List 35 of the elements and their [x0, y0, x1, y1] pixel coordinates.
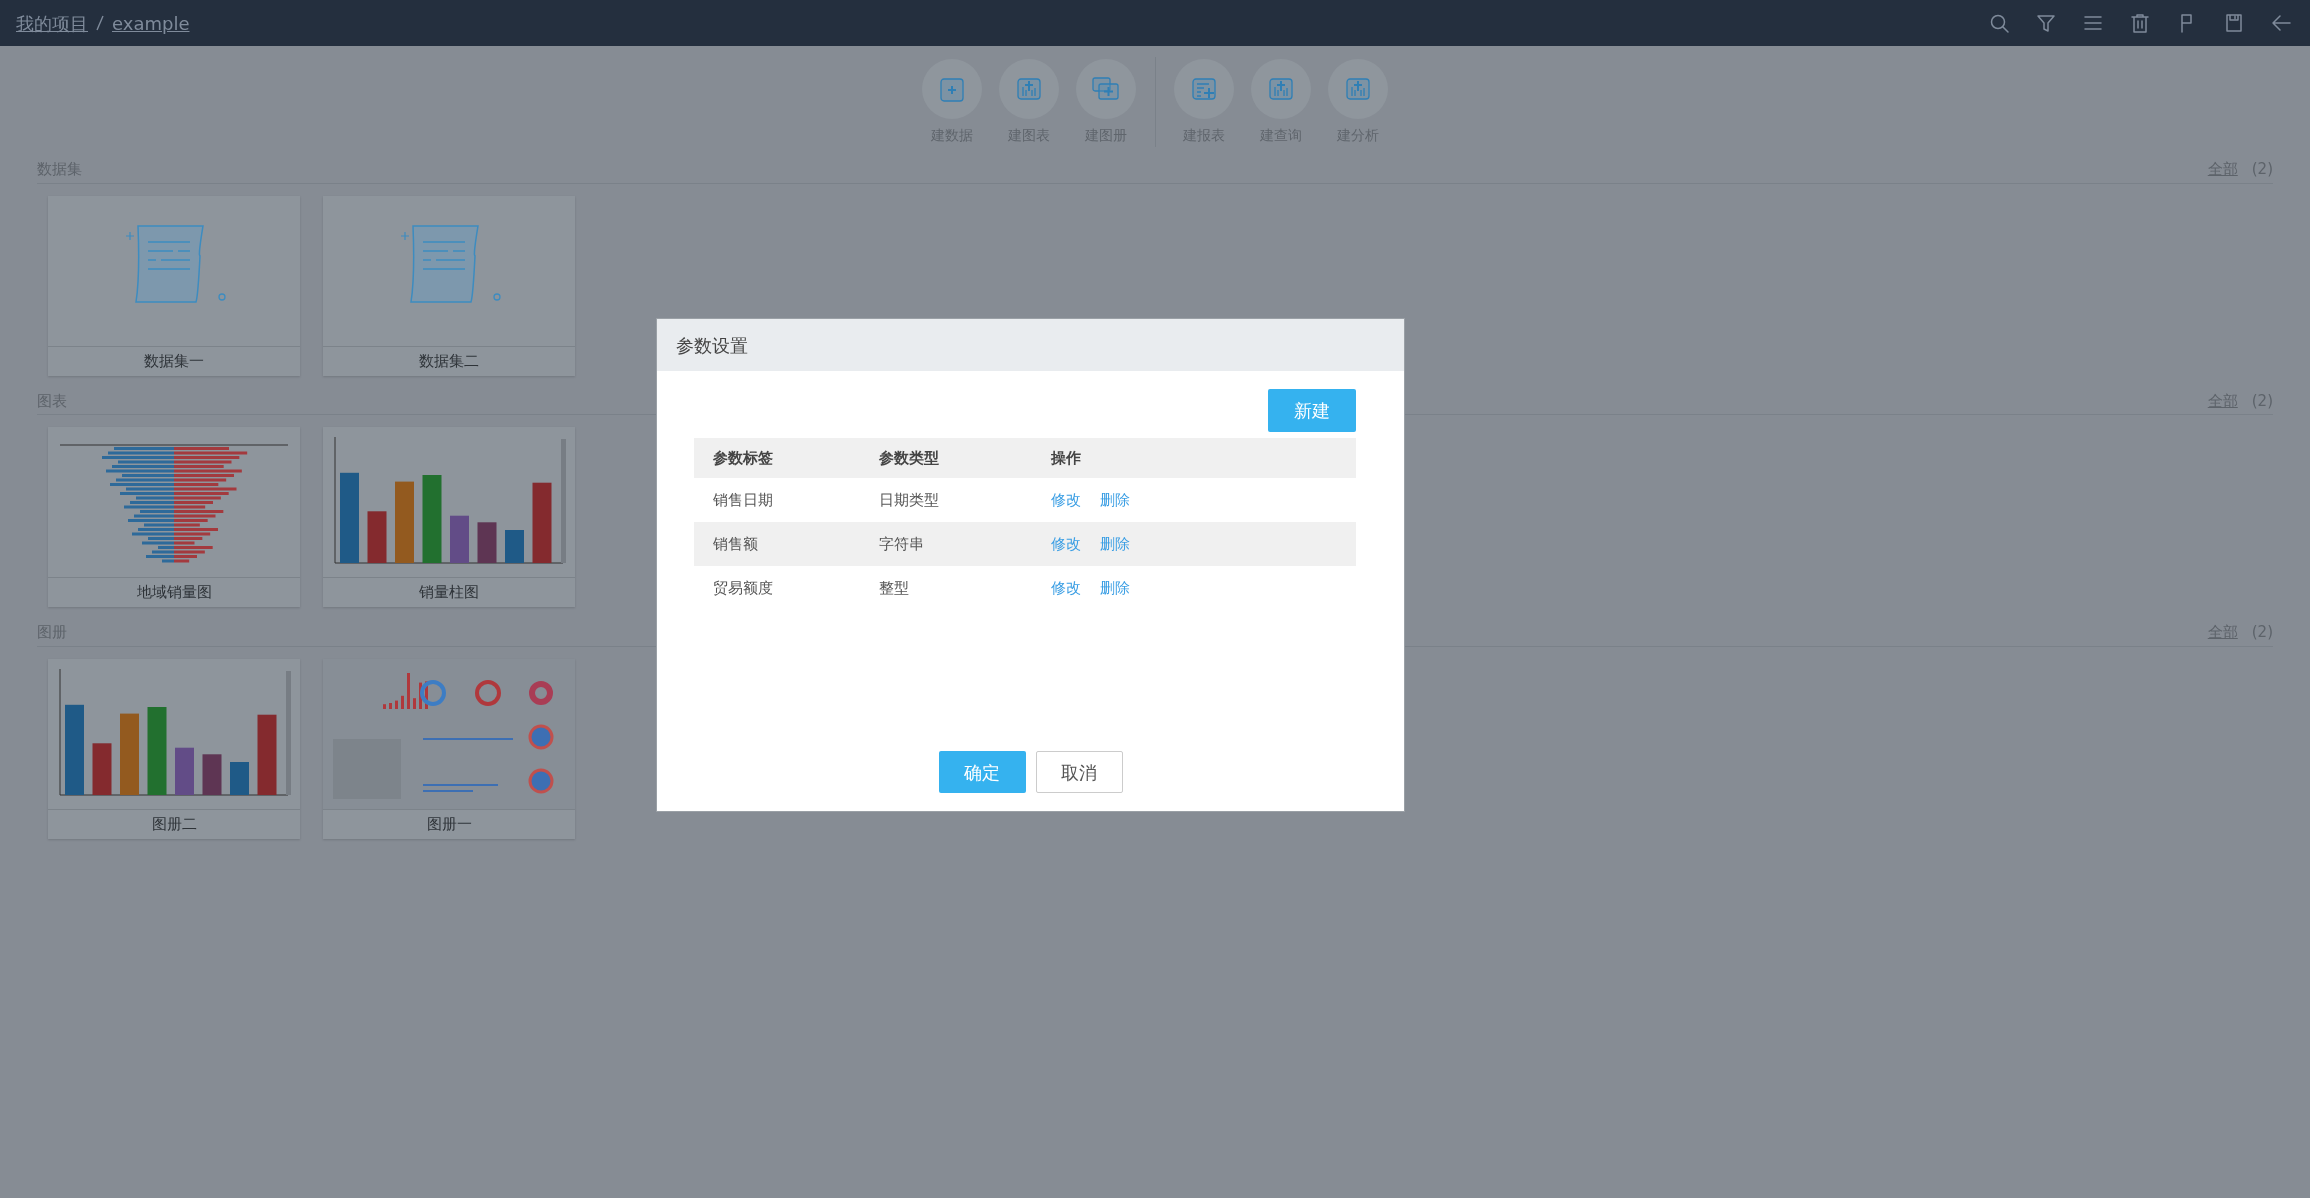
delete-link[interactable]: 删除 [1100, 534, 1130, 553]
delete-link[interactable]: 删除 [1100, 490, 1130, 509]
item-card[interactable]: 数据集一 [48, 195, 300, 376]
edit-link[interactable]: 修改 [1051, 578, 1081, 597]
table-cell: 日期类型 [860, 478, 1032, 522]
delete-link[interactable]: 删除 [1100, 578, 1130, 597]
confirm-button[interactable]: 确定 [938, 751, 1026, 793]
separator-icon [96, 15, 104, 31]
card-title: 图册二 [48, 808, 300, 839]
cancel-button[interactable]: 取消 [1035, 751, 1123, 793]
table-cell: 整型 [860, 566, 1032, 610]
card-title: 销量柱图 [323, 577, 575, 607]
dialog-title: 参数设置 [676, 333, 748, 358]
item-card[interactable]: 图册二 [48, 658, 300, 839]
table-cell: 贸易额度 [694, 566, 860, 610]
column-header: 参数类型 [860, 438, 1032, 478]
item-card[interactable]: 地域销量图 [48, 427, 300, 607]
card-title: 地域销量图 [48, 577, 300, 607]
breadcrumb-link[interactable]: 我的项目 [16, 9, 88, 37]
edit-link[interactable]: 修改 [1051, 534, 1081, 553]
edit-link[interactable]: 修改 [1051, 490, 1081, 509]
table-cell: 销售日期 [694, 478, 860, 522]
card-title: 数据集二 [323, 345, 575, 376]
item-card[interactable]: 销量柱图 [323, 427, 575, 607]
card-title: 图册一 [323, 808, 575, 839]
column-header: 操作 [1032, 438, 1356, 478]
new-button[interactable]: 新建 [1268, 389, 1356, 432]
item-card[interactable]: 图册一 [323, 658, 575, 839]
table-cell: 销售额 [694, 522, 860, 566]
column-header: 参数标签 [694, 438, 860, 478]
breadcrumb-link[interactable]: example [112, 9, 190, 37]
table-cell: 字符串 [860, 522, 1032, 566]
card-title: 数据集一 [48, 345, 300, 376]
album-plus-icon [1091, 74, 1121, 103]
item-card[interactable]: 数据集二 [323, 195, 575, 376]
